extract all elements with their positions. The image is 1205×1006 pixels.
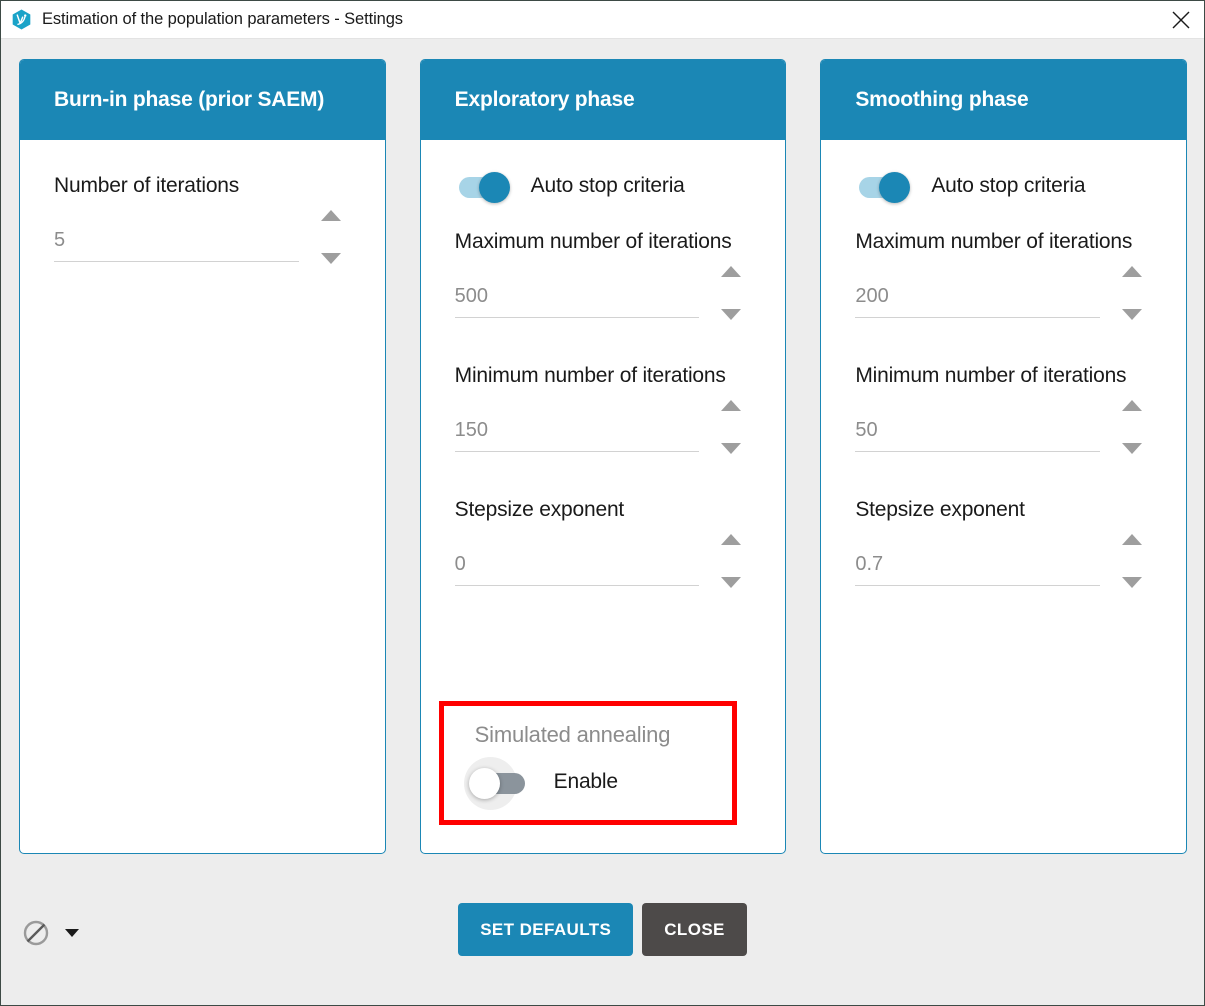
- stepper-up-icon[interactable]: [1122, 266, 1142, 277]
- maximum-number-of-iterations-input[interactable]: 200: [855, 285, 1100, 318]
- panel-header: Exploratory phase: [421, 60, 786, 140]
- simulated-annealing-enable-row: Enable: [460, 762, 733, 802]
- auto-stop-criteria-row: Auto stop criteria: [855, 164, 1152, 208]
- simulated-annealing-section: Simulated annealing Enable: [439, 701, 738, 825]
- dialog-footer: SET DEFAULTS CLOSE: [1, 885, 1204, 1005]
- simulated-annealing-title: Simulated annealing: [460, 722, 733, 748]
- panel-exploratory-phase: Exploratory phase Auto stop criteria Max…: [420, 59, 787, 854]
- field-input-row: 0: [455, 534, 752, 586]
- stepper-down-icon[interactable]: [1122, 309, 1142, 320]
- stepsize-exponent-stepper[interactable]: [1112, 534, 1152, 588]
- field-input-row: 0.7: [855, 534, 1152, 586]
- stepsize-exponent-stepper[interactable]: [711, 534, 751, 588]
- stepper-down-icon[interactable]: [321, 253, 341, 264]
- maximum-number-of-iterations-stepper[interactable]: [711, 266, 751, 320]
- field-label: Maximum number of iterations: [855, 230, 1152, 254]
- set-defaults-button[interactable]: SET DEFAULTS: [458, 903, 633, 956]
- stepsize-exponent-input[interactable]: 0.7: [855, 553, 1100, 586]
- field-input-row: 200: [855, 266, 1152, 318]
- stepper-down-icon[interactable]: [1122, 577, 1142, 588]
- auto-stop-criteria-toggle[interactable]: [855, 166, 917, 206]
- minimum-number-of-iterations-input[interactable]: 150: [455, 419, 700, 452]
- panel-title: Burn-in phase (prior SAEM): [54, 88, 324, 112]
- number-of-iterations-stepper[interactable]: [311, 210, 351, 264]
- toggle-knob: [879, 172, 910, 203]
- field-label: Number of iterations: [54, 174, 351, 198]
- minimum-number-of-iterations-stepper[interactable]: [1112, 400, 1152, 454]
- field-input-row: 5: [54, 210, 351, 262]
- field-minimum-number-of-iterations: Minimum number of iterations 150: [455, 364, 752, 452]
- number-of-iterations-input[interactable]: 5: [54, 229, 299, 262]
- title-bar: Estimation of the population parameters …: [1, 1, 1204, 39]
- auto-stop-criteria-row: Auto stop criteria: [455, 164, 752, 208]
- field-value: 0: [455, 553, 466, 575]
- simulated-annealing-enable-toggle[interactable]: [464, 762, 526, 802]
- panel-header: Smoothing phase: [821, 60, 1186, 140]
- stepper-down-icon[interactable]: [1122, 443, 1142, 454]
- field-value: 5: [54, 229, 65, 251]
- toggle-knob: [479, 172, 510, 203]
- field-stepsize-exponent: Stepsize exponent 0: [455, 498, 752, 586]
- stepper-up-icon[interactable]: [1122, 534, 1142, 545]
- minimum-number-of-iterations-stepper[interactable]: [711, 400, 751, 454]
- field-label: Minimum number of iterations: [455, 364, 752, 388]
- auto-stop-criteria-label: Auto stop criteria: [931, 174, 1085, 198]
- auto-stop-criteria-toggle[interactable]: [455, 166, 517, 206]
- panel-title: Exploratory phase: [455, 88, 635, 112]
- field-stepsize-exponent: Stepsize exponent 0.7: [855, 498, 1152, 586]
- panel-burn-in-phase: Burn-in phase (prior SAEM) Number of ite…: [19, 59, 386, 854]
- auto-stop-criteria-label: Auto stop criteria: [531, 174, 685, 198]
- stepper-down-icon[interactable]: [721, 577, 741, 588]
- stepper-up-icon[interactable]: [321, 210, 341, 221]
- stepper-down-icon[interactable]: [721, 309, 741, 320]
- stepper-up-icon[interactable]: [721, 534, 741, 545]
- field-value: 200: [855, 285, 888, 307]
- panel-body: Number of iterations 5: [20, 140, 385, 853]
- stepper-up-icon[interactable]: [721, 266, 741, 277]
- field-label: Stepsize exponent: [455, 498, 752, 522]
- minimum-number-of-iterations-input[interactable]: 50: [855, 419, 1100, 452]
- panel-body: Auto stop criteria Maximum number of ite…: [421, 140, 786, 853]
- field-input-row: 150: [455, 400, 752, 452]
- field-label: Maximum number of iterations: [455, 230, 752, 254]
- window-title: Estimation of the population parameters …: [42, 10, 403, 29]
- footer-buttons: SET DEFAULTS CLOSE: [1, 903, 1204, 956]
- field-minimum-number-of-iterations: Minimum number of iterations 50: [855, 364, 1152, 452]
- simulated-annealing-enable-label: Enable: [554, 770, 618, 794]
- field-maximum-number-of-iterations: Maximum number of iterations 500: [455, 230, 752, 318]
- settings-dialog: Estimation of the population parameters …: [0, 0, 1205, 1006]
- field-value: 150: [455, 419, 488, 441]
- panel-body: Auto stop criteria Maximum number of ite…: [821, 140, 1186, 853]
- close-button[interactable]: CLOSE: [642, 903, 747, 956]
- field-label: Minimum number of iterations: [855, 364, 1152, 388]
- panel-header: Burn-in phase (prior SAEM): [20, 60, 385, 140]
- stepper-up-icon[interactable]: [1122, 400, 1142, 411]
- maximum-number-of-iterations-stepper[interactable]: [1112, 266, 1152, 320]
- dialog-content: Burn-in phase (prior SAEM) Number of ite…: [1, 39, 1204, 1005]
- maximum-number-of-iterations-input[interactable]: 500: [455, 285, 700, 318]
- field-value: 50: [855, 419, 877, 441]
- phase-panels: Burn-in phase (prior SAEM) Number of ite…: [19, 59, 1187, 854]
- stepsize-exponent-input[interactable]: 0: [455, 553, 700, 586]
- window-close-button[interactable]: [1158, 1, 1204, 38]
- field-input-row: 500: [455, 266, 752, 318]
- field-maximum-number-of-iterations: Maximum number of iterations 200: [855, 230, 1152, 318]
- field-value: 0.7: [855, 553, 883, 575]
- stepper-down-icon[interactable]: [721, 443, 741, 454]
- close-icon: [1172, 11, 1190, 29]
- stepper-up-icon[interactable]: [721, 400, 741, 411]
- panel-title: Smoothing phase: [855, 88, 1028, 112]
- monolix-hexagon-icon: [10, 8, 33, 31]
- field-input-row: 50: [855, 400, 1152, 452]
- panel-smoothing-phase: Smoothing phase Auto stop criteria Maxim…: [820, 59, 1187, 854]
- field-value: 500: [455, 285, 488, 307]
- field-number-of-iterations: Number of iterations 5: [54, 174, 351, 262]
- field-label: Stepsize exponent: [855, 498, 1152, 522]
- toggle-knob: [469, 768, 500, 799]
